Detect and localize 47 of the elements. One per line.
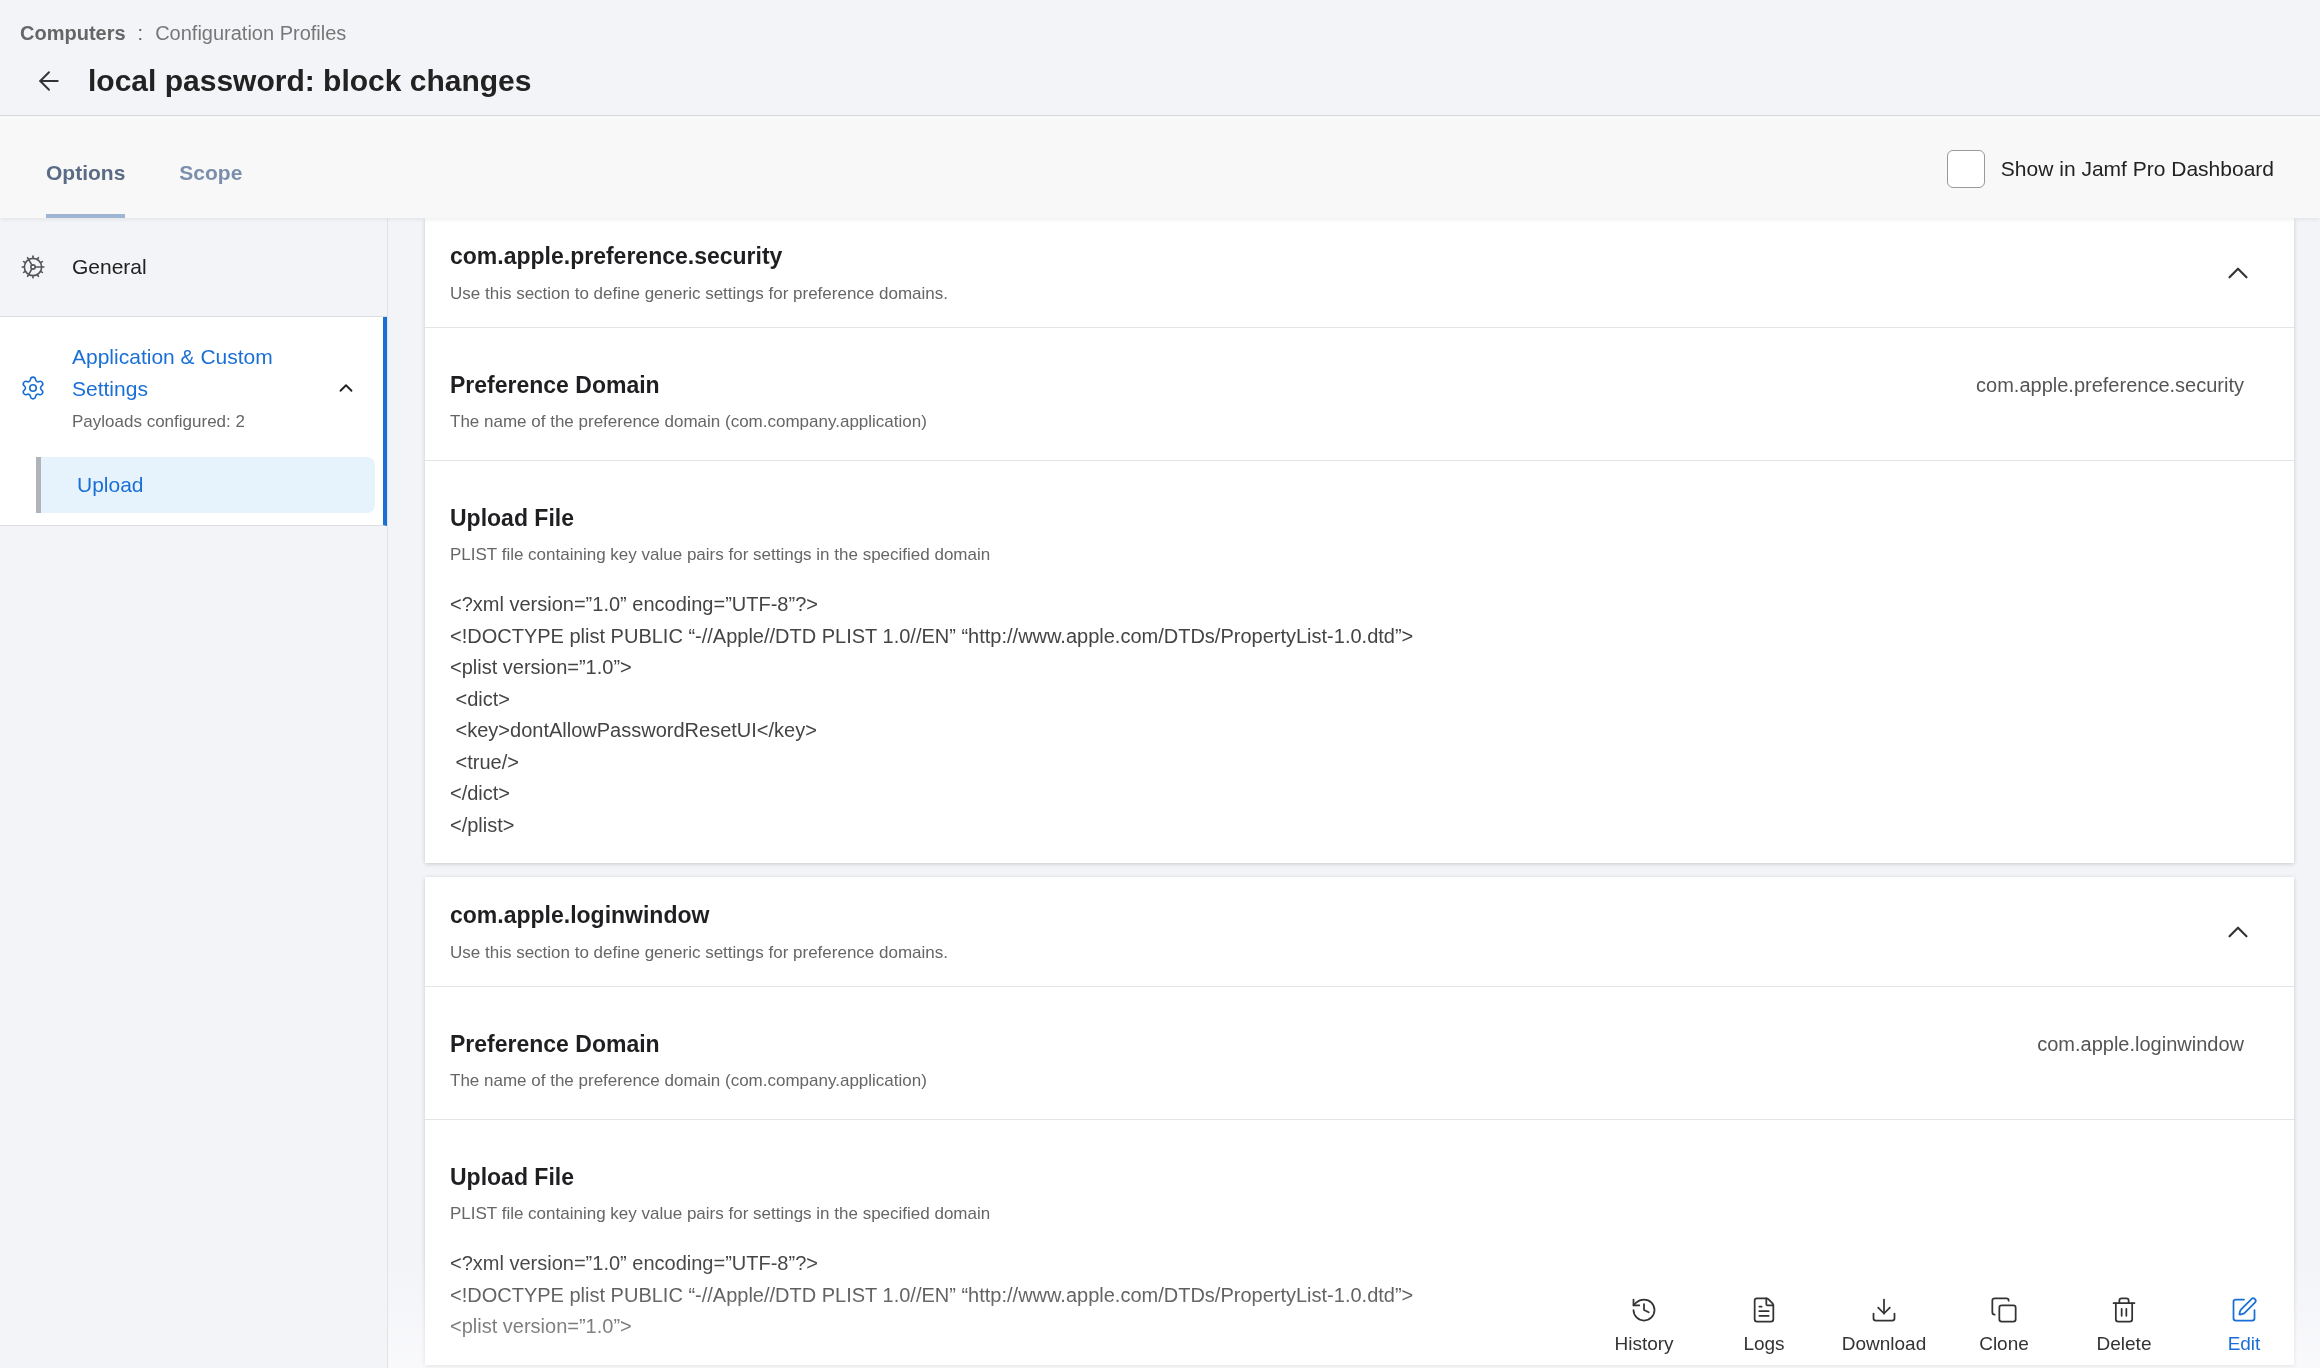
sidebar-item-subtitle: Payloads configured: 2 [72,411,246,433]
gear-icon [20,254,46,280]
field-hint: The name of the preference domain (com.company.application) [450,410,927,433]
code-line: </dict> [450,781,511,806]
breadcrumb-current: Configuration Profiles [155,21,347,46]
toolbar-button[interactable]: Download [1824,1295,1944,1358]
field-label: Upload File [450,1163,575,1192]
toolbar-button[interactable]: Edit [2184,1295,2304,1358]
gear-icon [20,374,46,401]
toolbar-button[interactable]: Clone [1944,1295,2064,1358]
code-line: <?xml version=”1.0” encoding=”UTF-8”?> [450,1251,818,1276]
code-line: <dict> [454,686,511,712]
field-hint: PLIST file containing key value pairs for settings in the specified domain [450,543,992,566]
code-line: <plist version=”1.0”> [450,1314,632,1339]
sidebar-subitem[interactable]: Upload [36,456,375,513]
card-description: Use this section to define generic settings for preference domains. [450,942,948,964]
field-hint: The name of the preference domain (com.company.application) [450,1069,927,1092]
field-hint: PLIST file containing key value pairs for settings in the specified domain [450,1202,992,1225]
breadcrumb-link[interactable]: Computers [20,18,126,48]
toolbar-button[interactable]: Logs [1704,1295,1824,1358]
code-line: <true/> [454,749,519,775]
toolbar-button[interactable]: Delete [2064,1295,2184,1358]
code-line: <!DOCTYPE plist PUBLIC “-//Apple//DTD PLIST 1.0//EN” “http://www.apple.com/DTDs/PropertyList-1.0.dtd”> [450,1282,1414,1308]
sidebar-item-label: General [72,254,148,280]
sidebar-item-label: Application & Custom Settings [72,344,274,402]
code-line: <!DOCTYPE plist PUBLIC “-//Apple//DTD PLIST 1.0//EN” “http://www.apple.com/DTDs/PropertyList-1.0.dtd”> [450,623,1414,649]
checkbox[interactable] [1946,150,1985,188]
card-description: Use this section to define generic settings for preference domains. [450,283,948,305]
code-line: </plist> [450,812,515,838]
checkbox-label: Show in Jamf Pro Dashboard [2000,156,2274,183]
code-line: <?xml version=”1.0” encoding=”UTF-8”?> [450,592,818,617]
page-title: local password: block changes [88,63,532,99]
card-title: com.apple.loginwindow [450,900,711,930]
field-label: Upload File [450,504,575,533]
copy-icon [1990,1295,2018,1324]
code-line: <plist version=”1.0”> [450,655,632,680]
trash-icon [2110,1295,2138,1324]
field-label: Preference Domain [450,1030,661,1059]
field-value: com.apple.preference.security [1976,373,2245,398]
field-label: Preference Domain [450,371,661,400]
edit-icon [2230,1295,2258,1324]
toolbar-button[interactable]: History [1584,1295,1704,1358]
breadcrumb-separator: : [137,21,144,46]
sidebar-item[interactable]: Application & Custom Settings Payloads configured: 2 Upload [0,317,387,526]
card-title: com.apple.preference.security [450,241,784,271]
code-line: <key>dontAllowPasswordResetUI</key> [454,718,817,743]
field-value: com.apple.loginwindow [2037,1032,2245,1057]
